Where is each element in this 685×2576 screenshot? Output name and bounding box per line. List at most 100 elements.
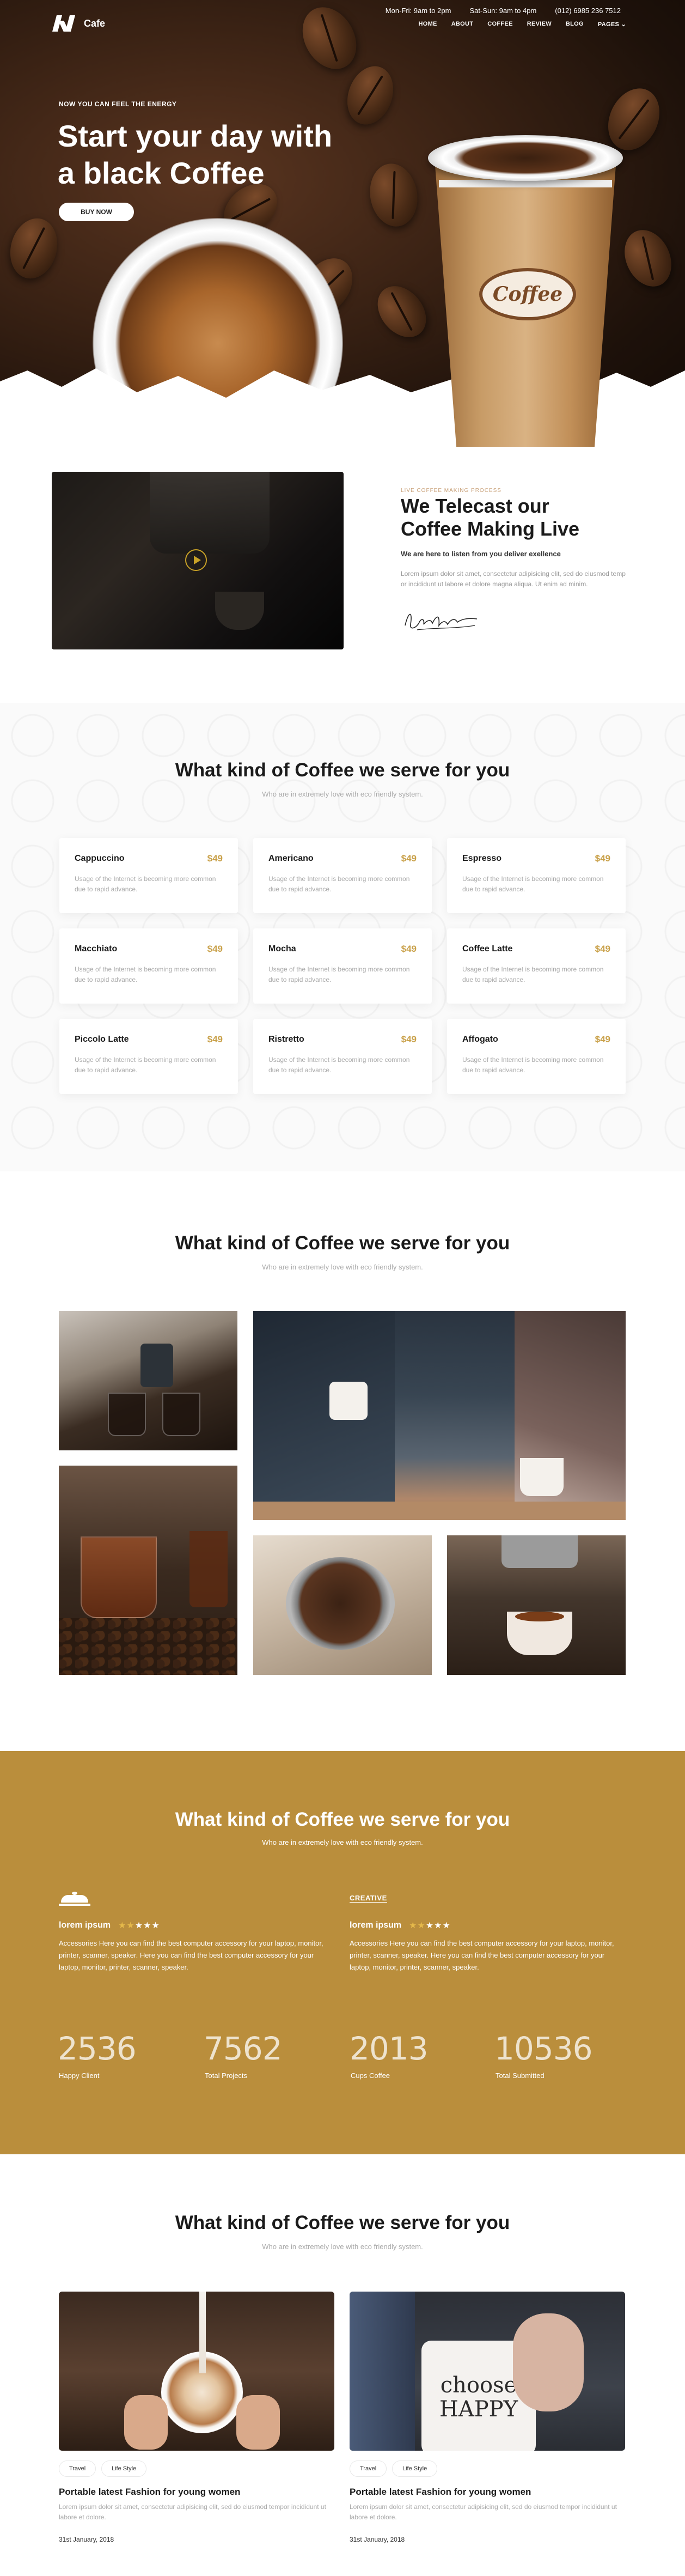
site-logo[interactable]: Cafe: [52, 15, 106, 32]
cafe-logo-icon: [59, 1892, 90, 1907]
logo-text: Cafe: [84, 17, 106, 29]
chevron-down-icon: ⌄: [621, 21, 626, 28]
menu-item-name: Americano: [268, 854, 314, 863]
stat-label: Happy Client: [59, 2071, 100, 2080]
buy-now-button[interactable]: BUY NOW: [59, 203, 134, 221]
blog-image-latte-art[interactable]: [59, 2292, 334, 2451]
stat-value: 2013: [350, 2030, 429, 2067]
menu-item-desc: Usage of the Internet is becoming more c…: [462, 1056, 604, 1074]
hero-title-line1: Start your day with: [58, 119, 333, 153]
menu-item-price: $49: [207, 944, 223, 954]
hours-weekend: Sat-Sun: 9am to 4pm: [469, 7, 537, 15]
menu-card[interactable]: Americano $49 Usage of the Internet is be…: [253, 838, 432, 913]
tag-life-style[interactable]: Life Style: [101, 2460, 147, 2477]
menu-item-price: $49: [207, 1034, 223, 1044]
live-description: Lorem ipsum dolor sit amet, consectetur …: [401, 570, 626, 588]
menu-card[interactable]: Piccolo Latte $49 Usage of the Internet i…: [59, 1019, 238, 1094]
gallery-image-friends-coffee[interactable]: [253, 1311, 626, 1520]
menu-item-price: $49: [595, 1034, 610, 1044]
nav-blog[interactable]: BLOG: [566, 21, 584, 28]
blog-subtitle: Who are in extremely love with eco frien…: [262, 2243, 423, 2251]
menu-item-desc: Usage of the Internet is becoming more c…: [268, 1056, 410, 1074]
gallery-image-coffee-glass[interactable]: [59, 1466, 237, 1675]
testimonial-text: Accessories Here you can find the best c…: [59, 1939, 323, 1971]
menu-item-name: Piccolo Latte: [75, 1035, 129, 1044]
menu-item-name: Affogato: [462, 1035, 498, 1044]
menu-card[interactable]: Coffee Latte $49 Usage of the Internet is…: [447, 928, 626, 1004]
menu-item-price: $49: [401, 1034, 417, 1044]
coffee-bean-decoration: [3, 213, 64, 284]
gallery-image-pour-over[interactable]: [59, 1311, 237, 1450]
menu-item-name: Cappuccino: [75, 854, 125, 863]
menu-item-desc: Usage of the Internet is becoming more c…: [75, 1056, 216, 1074]
cup-label: Coffee: [479, 268, 576, 320]
testimonial-name: lorem ipsum: [350, 1921, 402, 1930]
menu-card[interactable]: Ristretto $49 Usage of the Internet is be…: [253, 1019, 432, 1094]
tag-life-style[interactable]: Life Style: [392, 2460, 438, 2477]
blog-post-desc: Lorem ipsum dolor sit amet, consectetur …: [59, 2503, 326, 2521]
testimonial-header: lorem ipsum ★★★★★: [59, 1920, 160, 1931]
nav-review[interactable]: REVIEW: [527, 21, 552, 28]
nav-about[interactable]: ABOUT: [451, 21, 474, 28]
gallery-image-espresso-machine[interactable]: [447, 1535, 626, 1675]
menu-item-desc: Usage of the Internet is becoming more c…: [462, 965, 604, 983]
stat-value: 7562: [204, 2030, 283, 2067]
top-info-bar: Mon-Fri: 9am to 2pm Sat-Sun: 9am to 4pm …: [386, 7, 621, 15]
nav-coffee[interactable]: COFFEE: [487, 21, 512, 28]
menu-card[interactable]: Affogato $49 Usage of the Internet is bec…: [447, 1019, 626, 1094]
menu-card[interactable]: Macchiato $49 Usage of the Internet is be…: [59, 928, 238, 1004]
hours-weekday: Mon-Fri: 9am to 2pm: [385, 7, 451, 15]
live-title: We Telecast our Coffee Making Live: [401, 495, 597, 540]
live-eyebrow: LIVE COFFEE MAKING PROCESS: [401, 488, 501, 494]
menu-card[interactable]: Espresso $49 Usage of the Internet is bec…: [447, 838, 626, 913]
logo-icon: [52, 15, 76, 32]
testimonials-section: What kind of Coffee we serve for you Who…: [0, 1751, 685, 2154]
menu-item-name: Espresso: [462, 854, 502, 863]
menu-item-name: Macchiato: [75, 944, 118, 953]
play-icon[interactable]: [185, 549, 207, 571]
menu-card[interactable]: Mocha $49 Usage of the Internet is becomi…: [253, 928, 432, 1004]
menu-item-price: $49: [595, 853, 610, 864]
menu-item-price: $49: [401, 944, 417, 954]
blog-post-desc: Lorem ipsum dolor sit amet, consectetur …: [350, 2503, 617, 2521]
paper-cup-band: [439, 180, 612, 187]
star-rating: ★★★★★: [118, 1921, 160, 1930]
blog-post-title[interactable]: Portable latest Fashion for young women: [59, 2487, 240, 2498]
menu-item-desc: Usage of the Internet is becoming more c…: [268, 965, 410, 983]
creative-logo: CREATIVE: [350, 1894, 387, 1903]
nav-pages[interactable]: PAGES ⌄: [598, 21, 626, 28]
menu-item-price: $49: [207, 853, 223, 864]
coffee-bean-decoration: [292, 0, 367, 79]
testimonials-title: What kind of Coffee we serve for you: [175, 1809, 510, 1830]
menu-item-price: $49: [401, 853, 417, 864]
menu-card[interactable]: Cappuccino $49 Usage of the Internet is b…: [59, 838, 238, 913]
blog-title: What kind of Coffee we serve for you: [175, 2212, 510, 2233]
testimonial-name: lorem ipsum: [59, 1921, 111, 1930]
blog-post-title[interactable]: Portable latest Fashion for young women: [350, 2487, 531, 2498]
blog-image-happy-mug[interactable]: choose HAPPY: [350, 2292, 625, 2451]
menu-item-name: Coffee Latte: [462, 944, 513, 953]
stat-label: Cups Coffee: [351, 2071, 390, 2080]
gallery-subtitle: Who are in extremely love with eco frien…: [262, 1263, 423, 1271]
testimonial-text: Accessories Here you can find the best c…: [350, 1939, 614, 1971]
signature-image: [405, 613, 478, 630]
phone-number[interactable]: (012) 6985 236 7512: [555, 7, 621, 15]
tag-travel[interactable]: Travel: [59, 2460, 96, 2477]
menu-item-desc: Usage of the Internet is becoming more c…: [462, 875, 604, 893]
menu-item-name: Ristretto: [268, 1035, 304, 1044]
live-title-line2: Coffee Making Live: [401, 518, 580, 540]
main-nav: HOME ABOUT COFFEE REVIEW BLOG PAGES ⌄: [418, 21, 626, 28]
menu-item-desc: Usage of the Internet is becoming more c…: [75, 875, 216, 893]
hero-eyebrow: NOW YOU CAN FEEL THE ENERGY: [59, 100, 177, 108]
gallery-image-ground-coffee[interactable]: [253, 1535, 432, 1675]
menu-section: What kind of Coffee we serve for you Who…: [0, 703, 685, 1171]
menu-item-desc: Usage of the Internet is becoming more c…: [268, 875, 410, 893]
menu-title: What kind of Coffee we serve for you: [175, 760, 510, 781]
blog-post-date: 31st January, 2018: [59, 2536, 114, 2543]
star-rating: ★★★★★: [409, 1921, 451, 1930]
nav-pages-label: PAGES: [597, 21, 620, 28]
coffee-bean-decoration: [368, 276, 436, 347]
nav-home[interactable]: HOME: [418, 21, 437, 28]
stat-value: 2536: [58, 2030, 137, 2067]
tag-travel[interactable]: Travel: [350, 2460, 387, 2477]
